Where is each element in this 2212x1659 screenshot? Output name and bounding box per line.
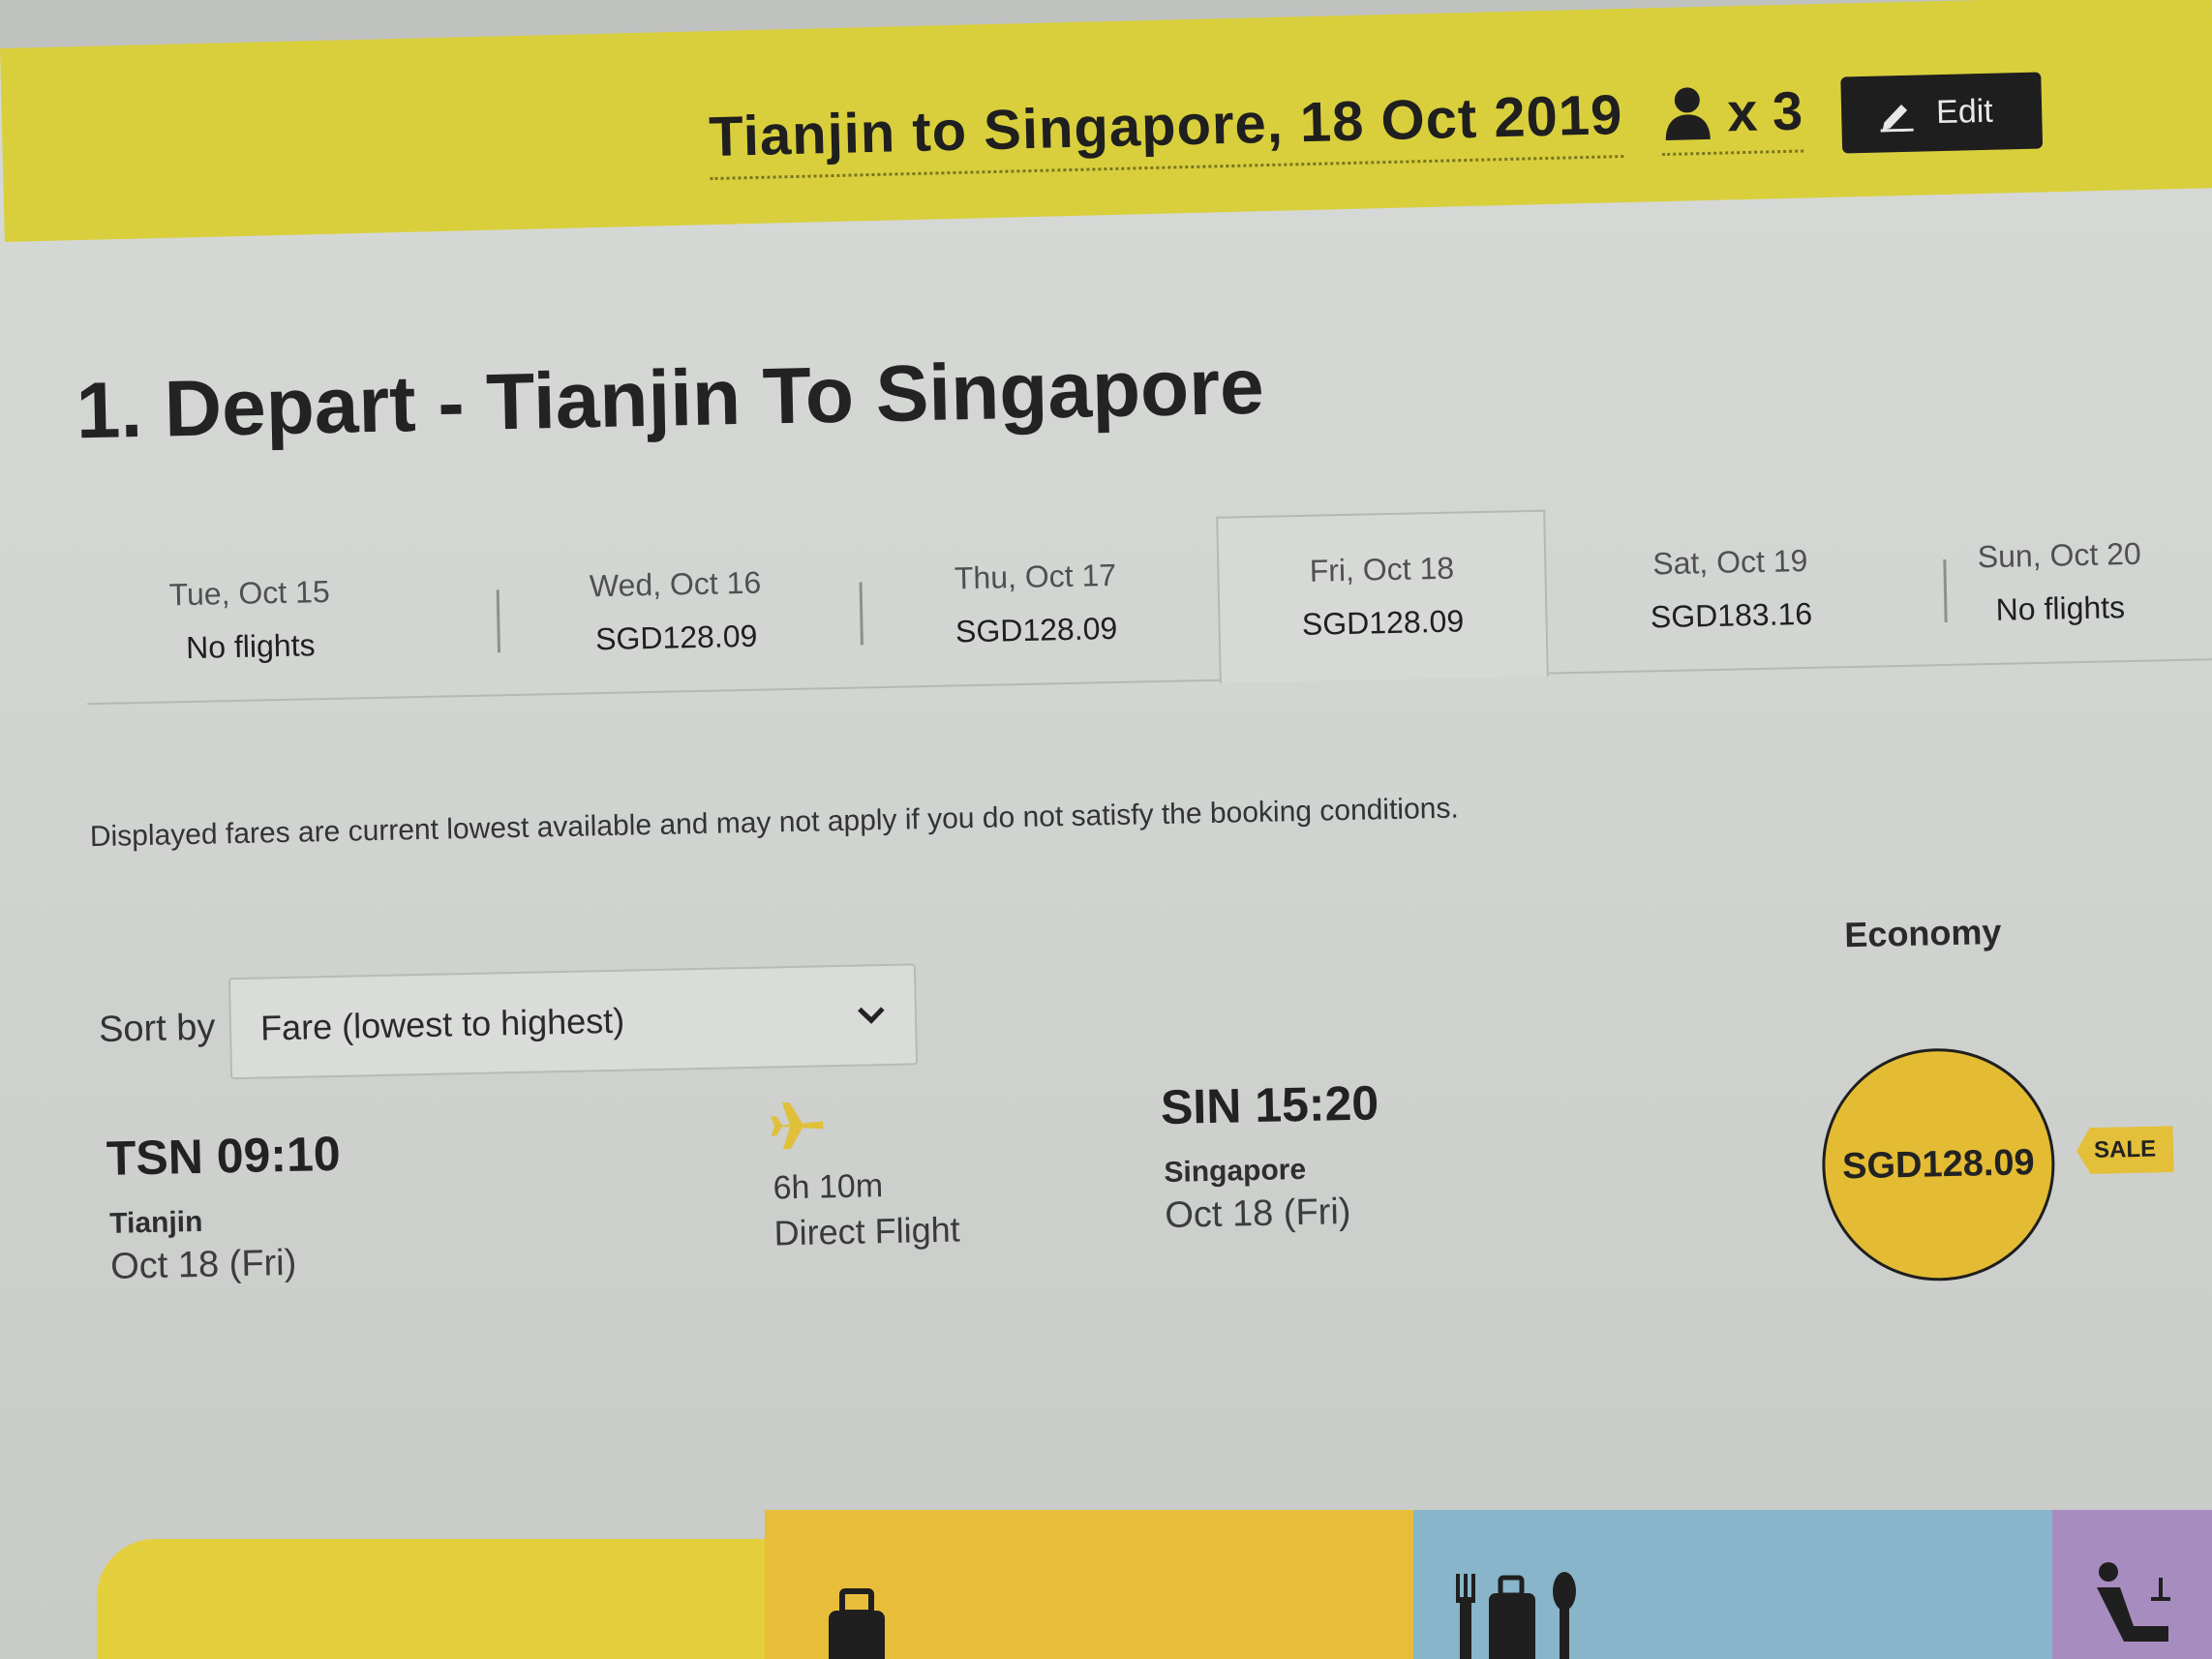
passenger-count: x 3 [1726, 79, 1803, 143]
departure-code-time: TSN 09:10 [106, 1126, 342, 1186]
date-tab-oct-17[interactable]: Thu, Oct 17 SGD128.09 [870, 556, 1201, 669]
date-tab-price: No flights [1995, 589, 2126, 627]
header-inner: Tianjin to Singapore, 18 Oct 2019 x 3 Ed… [708, 57, 2043, 196]
date-tab-date: Sat, Oct 19 [1651, 542, 1808, 582]
date-tab-price: SGD128.09 [1301, 603, 1465, 642]
date-tab-date: Thu, Oct 17 [954, 557, 1117, 596]
date-tab-oct-20[interactable]: Sun, Oct 20 No flights [1894, 534, 2212, 648]
luggage-icon [829, 1588, 885, 1659]
date-tab-oct-18[interactable]: Fri, Oct 18 SGD128.09 [1216, 509, 1549, 683]
cabin-class-label: Economy [1843, 911, 2002, 955]
fare-button[interactable]: SGD128.09 [1819, 1045, 2057, 1283]
fare-disclaimer: Displayed fares are current lowest avail… [89, 792, 1460, 854]
sale-badge: SALE [2076, 1126, 2174, 1174]
fare-price: SGD128.09 [1841, 1141, 2036, 1187]
date-tab-price: SGD128.09 [594, 618, 758, 657]
flight-duration: 6h 10m [773, 1167, 884, 1207]
chevron-down-icon [858, 1006, 885, 1024]
date-tab-oct-15[interactable]: Tue, Oct 15 No flights [84, 572, 415, 685]
tab-separator [859, 582, 864, 646]
flight-type: Direct Flight [773, 1209, 961, 1253]
seat-icon [2097, 1562, 2170, 1642]
date-tab-oct-19[interactable]: Sat, Oct 19 SGD183.16 [1565, 541, 1896, 654]
departure-city: Tianjin [108, 1205, 203, 1240]
add-on-panel-1[interactable] [97, 1539, 765, 1659]
date-tab-price: SGD128.09 [954, 610, 1118, 649]
add-on-panel-seats[interactable] [2052, 1510, 2212, 1659]
plane-icon [771, 1102, 824, 1150]
page-title: 1. Depart - Tianjin To Singapore [75, 342, 1265, 456]
edit-label: Edit [1935, 92, 1994, 131]
date-tab-price: SGD183.16 [1650, 595, 1813, 635]
edit-button[interactable]: Edit [1840, 72, 2043, 154]
date-tabs: Tue, Oct 15 No flights Wed, Oct 16 SGD12… [83, 496, 2212, 706]
main-content: 1. Depart - Tianjin To Singapore Tue, Oc… [0, 196, 2212, 1500]
tab-separator [496, 589, 500, 653]
date-tab-date: Fri, Oct 18 [1309, 550, 1455, 588]
date-tab-price: No flights [185, 627, 316, 666]
person-icon [1665, 86, 1711, 140]
passenger-selector[interactable]: x 3 [1660, 78, 1804, 157]
meal-luggage-icon [1456, 1572, 1576, 1659]
arrival-city: Singapore [1164, 1153, 1307, 1190]
arrival-date: Oct 18 (Fri) [1164, 1191, 1351, 1237]
sort-label: Sort by [98, 1007, 216, 1051]
add-on-panel-meals[interactable] [1413, 1510, 2052, 1659]
sort-selected-value: Fare (lowest to highest) [259, 1000, 625, 1048]
add-on-panel-baggage[interactable] [765, 1510, 1413, 1659]
departure-date: Oct 18 (Fri) [109, 1242, 297, 1287]
add-ons-strip [0, 1510, 2212, 1659]
page: Tianjin to Singapore, 18 Oct 2019 x 3 Ed… [0, 0, 2212, 1659]
date-tab-date: Tue, Oct 15 [168, 573, 331, 613]
route-title[interactable]: Tianjin to Singapore, 18 Oct 2019 [708, 82, 1624, 181]
date-tab-oct-16[interactable]: Wed, Oct 16 SGD128.09 [510, 563, 841, 677]
sort-select[interactable]: Fare (lowest to highest) [227, 963, 919, 1080]
date-tab-date: Sun, Oct 20 [1977, 535, 2142, 575]
pencil-icon [1880, 105, 1914, 133]
sale-badge-label: SALE [2093, 1135, 2157, 1163]
arrival-code-time: SIN 15:20 [1160, 1075, 1379, 1135]
date-tab-date: Wed, Oct 16 [589, 564, 762, 604]
flight-row[interactable]: TSN 09:10 Tianjin Oct 18 (Fri) 6h 10m Di… [18, 1045, 2212, 1384]
